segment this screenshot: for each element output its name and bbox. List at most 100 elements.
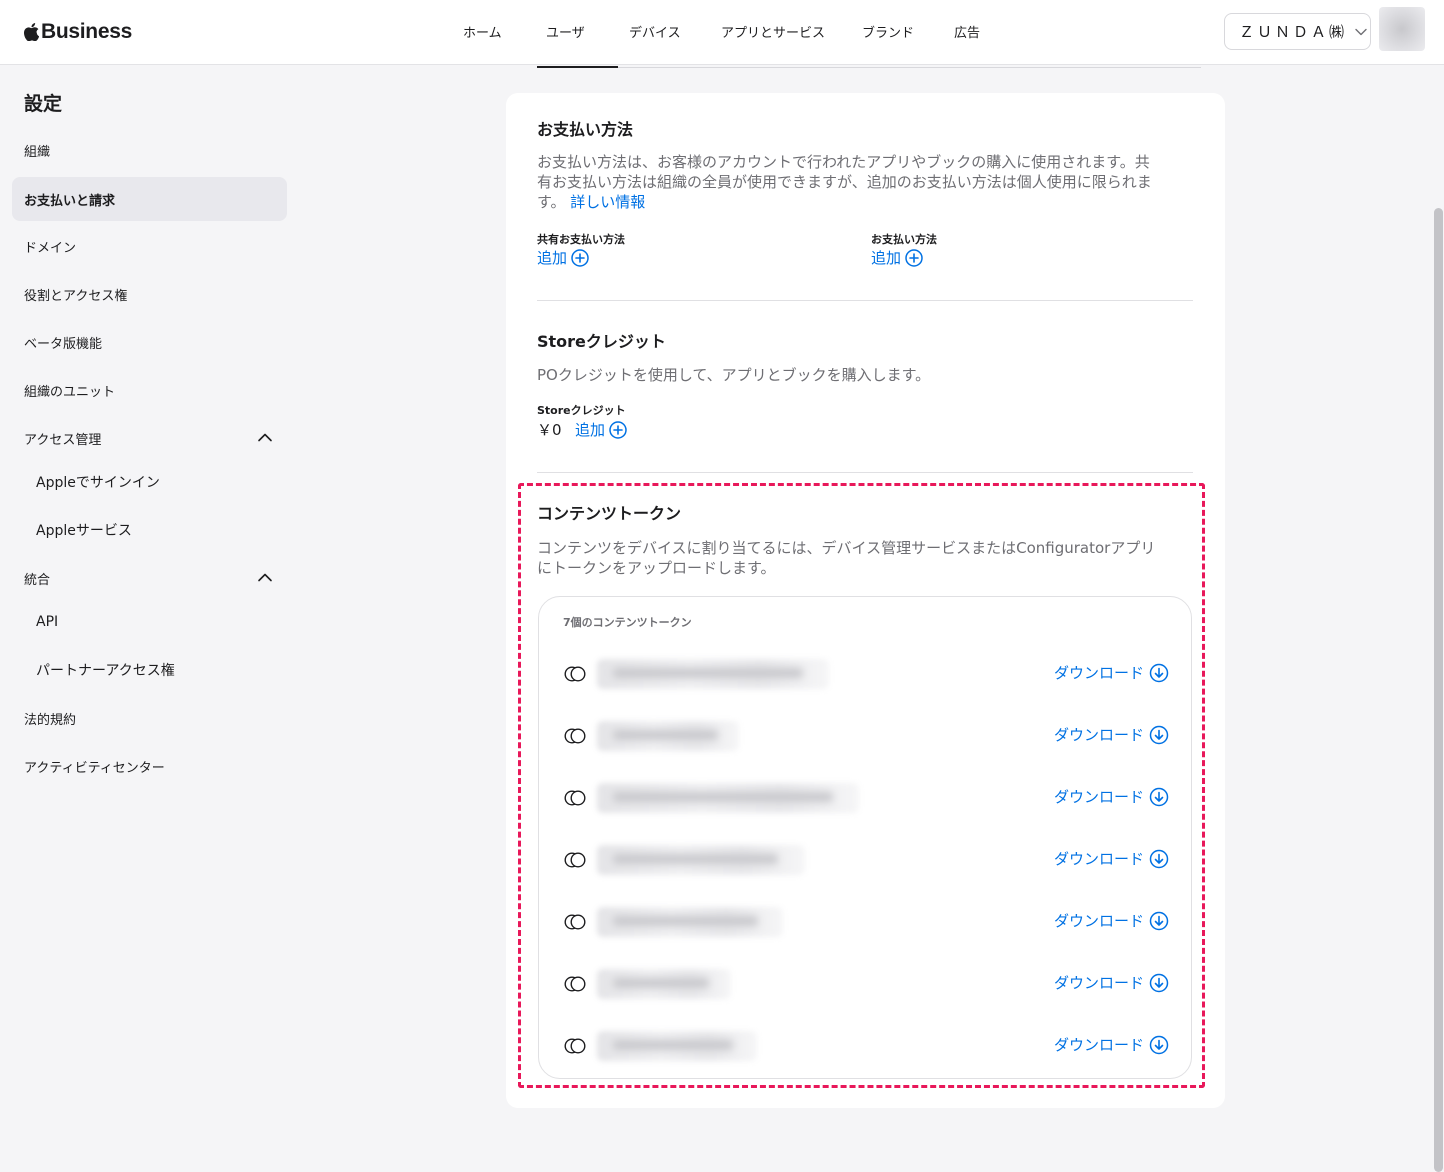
payment-description: お支払い方法は、お客様のアカウントで行われたアプリやブックの購入に使用されます。…	[537, 152, 1197, 212]
store-credit-balance: ￥0	[537, 421, 562, 439]
token-row: ダウンロード	[539, 1027, 1193, 1071]
token-count: 7個のコンテンツトークン	[563, 616, 692, 629]
nav-users[interactable]: ユーザ	[546, 22, 585, 41]
nav-ads[interactable]: 広告	[954, 22, 980, 41]
download-button[interactable]: ダウンロード	[1054, 786, 1169, 807]
sidebar-item-activity-center[interactable]: アクティビティセンター	[12, 744, 287, 788]
nav-divider	[618, 67, 1201, 68]
sidebar-item-sign-in-with-apple[interactable]: Appleでサインイン	[12, 460, 287, 504]
token-icon	[564, 852, 586, 868]
store-credit-label: Storeクレジット	[537, 404, 626, 417]
payment-description-line: す。 詳しい情報	[537, 192, 1197, 212]
token-name-redacted	[597, 907, 783, 937]
download-icon	[1149, 787, 1169, 806]
download-label: ダウンロード	[1053, 850, 1144, 868]
plus-circle-icon	[609, 420, 627, 439]
store-credit-description: POクレジットを使用して、アプリとブックを購入します。	[537, 366, 931, 384]
plus-circle-icon	[571, 248, 589, 267]
add-label: 追加	[537, 249, 568, 267]
learn-more-link[interactable]: 詳しい情報	[570, 193, 645, 211]
organization-name: ＺＵＮＤＡ㈱	[1239, 23, 1348, 41]
sidebar-title: 設定	[24, 93, 63, 115]
payment-description-end: す。	[537, 193, 566, 211]
sidebar-item-label: Appleサービス	[36, 523, 132, 539]
sidebar-item-label: 法的規約	[24, 712, 77, 728]
token-name-redacted	[597, 969, 731, 999]
sidebar-item-label: パートナーアクセス権	[36, 663, 175, 679]
sidebar-item-domains[interactable]: ドメイン	[12, 224, 287, 268]
download-icon	[1149, 1035, 1169, 1054]
top-bar: Business ホーム ユーザ デバイス アプリとサービス ブランド 広告 Ｚ…	[0, 0, 1444, 65]
nav-home[interactable]: ホーム	[463, 22, 502, 41]
token-row: ダウンロード	[539, 717, 1193, 761]
sidebar-item-label: 役割とアクセス権	[24, 288, 128, 304]
section-divider	[537, 472, 1193, 473]
nav-devices[interactable]: デバイス	[629, 22, 681, 41]
token-row: ダウンロード	[539, 655, 1193, 699]
token-row: ダウンロード	[539, 841, 1193, 885]
chevron-up-icon[interactable]	[257, 431, 273, 443]
download-label: ダウンロード	[1053, 1036, 1144, 1054]
token-name-redacted	[597, 721, 739, 751]
download-icon	[1149, 725, 1169, 744]
token-icon	[564, 790, 586, 806]
token-icon	[564, 666, 586, 682]
sidebar-item-roles-access[interactable]: 役割とアクセス権	[12, 272, 287, 316]
sidebar-item-legal[interactable]: 法的規約	[12, 696, 287, 740]
sidebar-item-label: 組織	[24, 144, 51, 160]
sidebar-item-label: 組織のユニット	[24, 384, 116, 400]
add-store-credit-button[interactable]: 追加	[575, 419, 627, 440]
download-button[interactable]: ダウンロード	[1054, 910, 1169, 931]
sidebar-item-label: ベータ版機能	[24, 336, 103, 352]
download-button[interactable]: ダウンロード	[1054, 848, 1169, 869]
sidebar-item-label: API	[36, 614, 59, 630]
sidebar-item-label: アクセス管理	[24, 432, 102, 448]
sidebar-item-organization[interactable]: 組織	[12, 128, 287, 172]
sidebar-item-org-units[interactable]: 組織のユニット	[12, 368, 287, 412]
token-icon	[564, 1038, 586, 1054]
sidebar-item-partner-access[interactable]: パートナーアクセス権	[12, 648, 287, 692]
chevron-up-icon[interactable]	[257, 571, 273, 583]
sidebar-item-label: 統合	[24, 572, 51, 588]
scrollbar-thumb[interactable]	[1434, 208, 1443, 1172]
download-button[interactable]: ダウンロード	[1054, 1034, 1169, 1055]
avatar[interactable]	[1379, 7, 1425, 51]
download-label: ダウンロード	[1053, 726, 1144, 744]
token-row: ダウンロード	[539, 965, 1193, 1009]
token-icon	[564, 976, 586, 992]
sidebar-item-api[interactable]: API	[12, 600, 287, 644]
nav-brand[interactable]: ブランド	[862, 22, 914, 41]
nav-apps-services[interactable]: アプリとサービス	[721, 22, 825, 41]
download-label: ダウンロード	[1053, 664, 1144, 682]
add-label: 追加	[575, 421, 606, 439]
add-label: 追加	[871, 249, 902, 267]
sidebar-item-integrations[interactable]: 統合	[12, 556, 287, 600]
download-label: ダウンロード	[1053, 788, 1144, 806]
download-button[interactable]: ダウンロード	[1054, 972, 1169, 993]
download-label: ダウンロード	[1053, 974, 1144, 992]
download-button[interactable]: ダウンロード	[1054, 662, 1169, 683]
content-tokens-title: コンテンツトークン	[537, 504, 682, 523]
download-icon	[1149, 911, 1169, 930]
shared-payment-label: 共有お支払い方法	[537, 233, 625, 246]
section-divider	[537, 300, 1193, 301]
store-credit-title: Storeクレジット	[537, 332, 666, 351]
payment-section-title: お支払い方法	[537, 120, 634, 139]
content-tokens-description: コンテンツをデバイスに割り当てるには、デバイス管理サービスまたはConfigur…	[537, 538, 1202, 578]
download-button[interactable]: ダウンロード	[1054, 724, 1169, 745]
download-icon	[1149, 973, 1169, 992]
sidebar-item-apple-services[interactable]: Appleサービス	[12, 508, 287, 552]
sidebar-item-access-management[interactable]: アクセス管理	[12, 416, 287, 460]
organization-switcher[interactable]: ＺＵＮＤＡ㈱	[1224, 13, 1371, 50]
token-name-redacted	[597, 845, 805, 875]
nav-active-indicator	[537, 66, 618, 68]
sidebar-item-label: お支払いと請求	[24, 193, 116, 209]
sidebar-item-beta-features[interactable]: ベータ版機能	[12, 320, 287, 364]
plus-circle-icon	[905, 248, 923, 267]
add-personal-payment-button[interactable]: 追加	[871, 247, 923, 268]
sidebar-item-payments-billing[interactable]: お支払いと請求	[12, 177, 287, 221]
token-name-redacted	[597, 783, 859, 813]
add-shared-payment-button[interactable]: 追加	[537, 247, 589, 268]
download-label: ダウンロード	[1053, 912, 1144, 930]
content-tokens-description-line: コンテンツをデバイスに割り当てるには、デバイス管理サービスまたはConfigur…	[537, 539, 1156, 557]
